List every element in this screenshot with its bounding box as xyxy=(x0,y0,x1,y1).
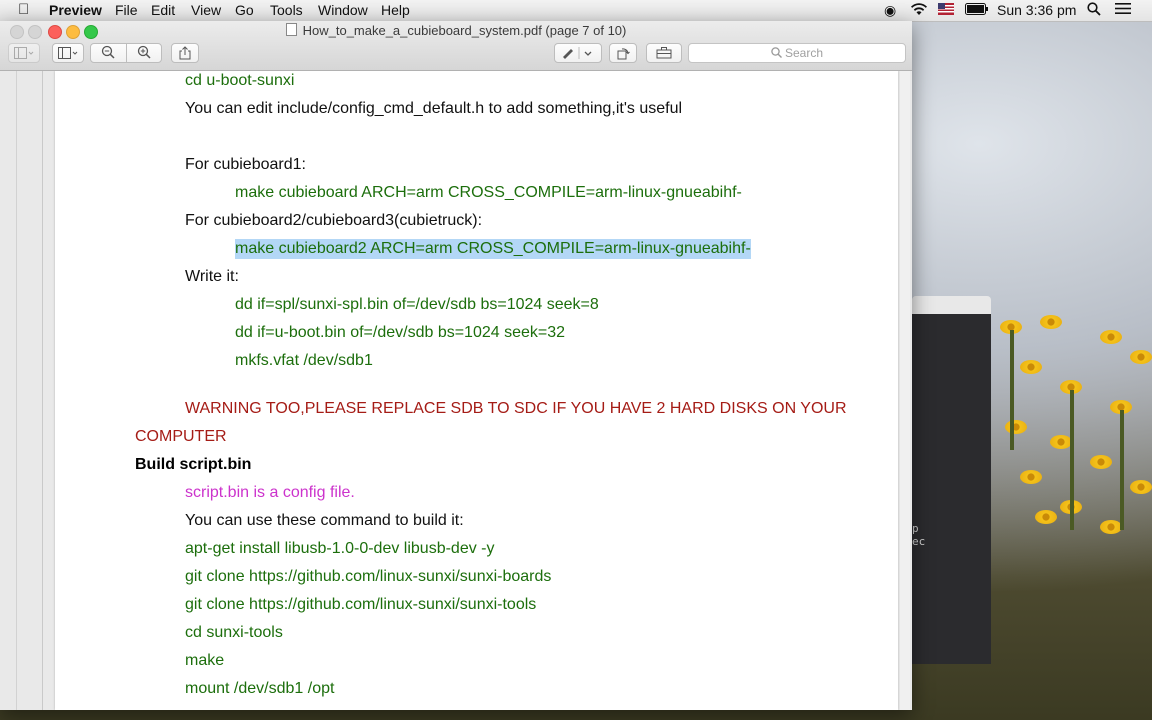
toolbox-icon xyxy=(656,47,672,59)
menu-file[interactable]: File xyxy=(115,2,138,18)
selected-text[interactable]: make cubieboard2 ARCH=arm CROSS_COMPILE=… xyxy=(235,239,751,259)
zoom-in-icon xyxy=(137,45,151,59)
doc-line: Write it: xyxy=(185,268,239,285)
pdf-page[interactable]: cd u-boot-sunxi You can edit include/con… xyxy=(55,71,898,710)
rotate-icon xyxy=(617,48,630,60)
doc-line: You can edit include/config_cmd_default.… xyxy=(185,100,683,117)
zoom-out-button[interactable] xyxy=(91,45,126,62)
search-placeholder: Search xyxy=(784,46,824,60)
notification-center-icon[interactable] xyxy=(1115,2,1131,18)
doc-line: mkfs.vfat /dev/sdb1 xyxy=(235,352,373,369)
preview-window: How_to_make_a_cubieboard_system.pdf (pag… xyxy=(0,21,912,710)
sidebar-toggle-ghost xyxy=(8,43,40,63)
background-text: ec xyxy=(912,535,926,548)
menu-window[interactable]: Window xyxy=(318,2,368,18)
doc-line: apt-get install libusb-1.0-0-dev libusb-… xyxy=(185,540,495,557)
doc-line: You can use these command to build it: xyxy=(185,512,464,529)
search-input[interactable]: Search xyxy=(688,43,906,63)
sidebar-gutter xyxy=(0,71,43,710)
title-bar[interactable]: How_to_make_a_cubieboard_system.pdf (pag… xyxy=(0,21,912,71)
pdf-document-icon xyxy=(285,23,297,36)
sidebar-toggle-button[interactable] xyxy=(52,43,84,63)
recording-icon[interactable]: ◉ xyxy=(884,2,896,19)
markup-button[interactable] xyxy=(554,43,602,63)
warning-line: COMPUTER xyxy=(135,428,227,445)
document-title: How_to_make_a_cubieboard_system.pdf (pag… xyxy=(302,23,627,38)
doc-line: make xyxy=(185,652,225,669)
doc-line: git clone https://github.com/linux-sunxi… xyxy=(185,568,552,585)
apple-menu-icon[interactable]:  xyxy=(18,1,29,18)
doc-line: git clone https://github.com/linux-sunxi… xyxy=(185,596,537,613)
doc-line: mount /dev/sdb1 /opt xyxy=(185,680,335,697)
menu-view[interactable]: View xyxy=(191,2,221,18)
warning-line: WARNING TOO,PLEASE REPLACE SDB TO SDC IF… xyxy=(185,400,847,417)
toolbox-button[interactable] xyxy=(646,43,682,63)
window-title: How_to_make_a_cubieboard_system.pdf (pag… xyxy=(0,23,912,38)
menu-tools[interactable]: Tools xyxy=(270,2,303,18)
menu-go[interactable]: Go xyxy=(235,2,254,18)
pen-icon xyxy=(563,47,592,59)
wifi-icon[interactable] xyxy=(910,2,928,19)
zoom-in-button[interactable] xyxy=(127,45,162,62)
vertical-scrollbar[interactable] xyxy=(900,71,910,710)
rotate-button[interactable] xyxy=(609,43,637,63)
doc-line: cd u-boot-sunxi xyxy=(185,72,295,89)
doc-line: make cubieboard ARCH=arm CROSS_COMPILE=a… xyxy=(235,184,742,201)
document-viewer[interactable]: cd u-boot-sunxi You can edit include/con… xyxy=(0,71,912,710)
sidebar-icon xyxy=(58,47,78,59)
background-terminal-window[interactable]: p ec xyxy=(912,296,991,664)
menu-help[interactable]: Help xyxy=(381,2,410,18)
doc-line: For cubieboard2/cubieboard3(cubietruck): xyxy=(185,212,483,229)
flag-us-icon[interactable] xyxy=(938,2,954,18)
search-icon xyxy=(771,47,782,58)
zoom-controls xyxy=(90,43,162,63)
background-text: p xyxy=(912,522,919,535)
menu-bar:  Preview File Edit View Go Tools Window… xyxy=(0,0,1152,22)
share-button[interactable] xyxy=(171,43,199,63)
battery-icon[interactable] xyxy=(965,2,989,18)
doc-line: dd if=spl/sunxi-spl.bin of=/dev/sdb bs=1… xyxy=(235,296,599,313)
spotlight-search-icon[interactable] xyxy=(1087,2,1101,19)
zoom-out-icon xyxy=(102,45,115,59)
app-menu[interactable]: Preview xyxy=(49,2,102,18)
doc-line: script.bin is a config file. xyxy=(185,484,355,501)
doc-line: cd sunxi-tools xyxy=(185,624,283,641)
clock[interactable]: Sun 3:36 pm xyxy=(997,2,1076,18)
share-icon xyxy=(179,46,191,60)
menu-edit[interactable]: Edit xyxy=(151,2,175,18)
doc-line: For cubieboard1: xyxy=(185,156,306,173)
section-heading: Build script.bin xyxy=(135,456,252,473)
doc-line: dd if=u-boot.bin of=/dev/sdb bs=1024 see… xyxy=(235,324,566,341)
